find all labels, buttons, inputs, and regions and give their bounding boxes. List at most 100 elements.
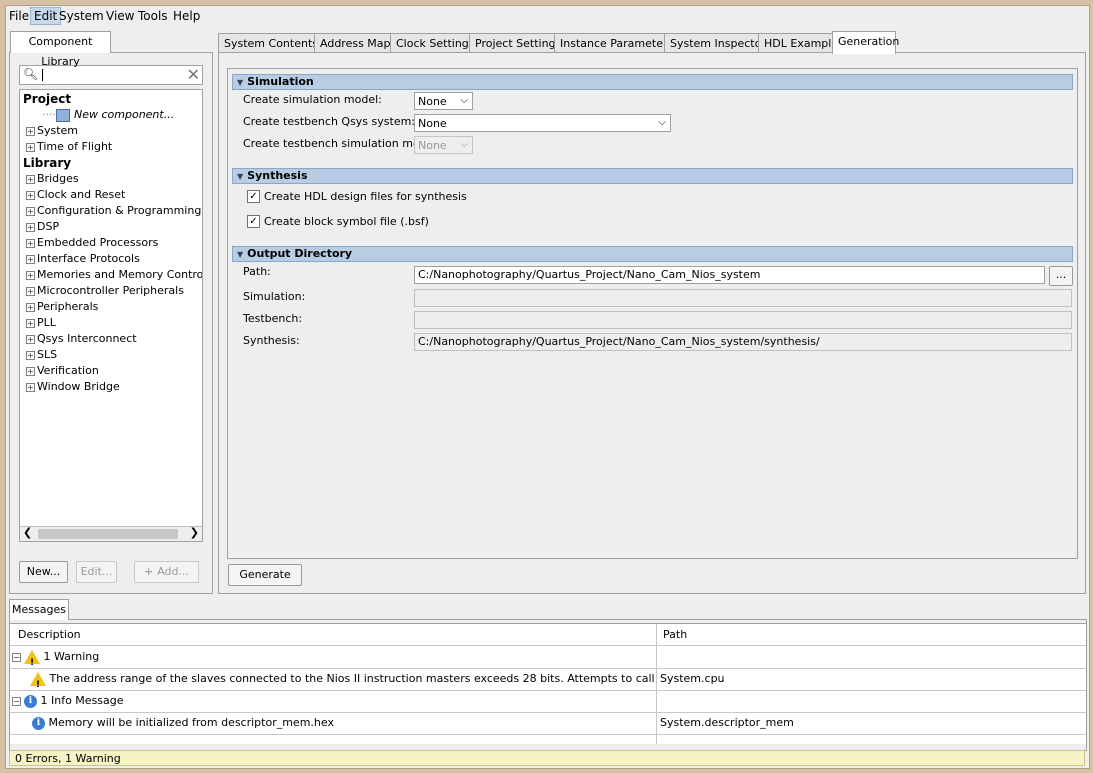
tree-item-memories[interactable]: +Memories and Memory Controllers xyxy=(26,267,202,283)
tree-item-window-bridge[interactable]: + Window Bridge xyxy=(26,379,120,395)
select-value: None xyxy=(418,95,447,108)
expand-icon[interactable]: + xyxy=(26,206,35,216)
menu-help[interactable]: Help xyxy=(170,8,203,24)
expand-icon[interactable]: + xyxy=(26,286,35,296)
tab-system-inspector[interactable]: System Inspector xyxy=(664,33,766,53)
tab-project-settings[interactable]: Project Settings xyxy=(469,33,561,53)
tree-item-embedded-processors[interactable]: + Embedded Processors xyxy=(26,235,158,251)
tree-item-label: Window Bridge xyxy=(37,380,120,393)
message-description: 1 Warning xyxy=(43,650,100,663)
bsf-label[interactable]: Create block symbol file (.bsf) xyxy=(264,215,429,228)
tree-item-microcontroller-peripherals[interactable]: + Microcontroller Peripherals xyxy=(26,283,184,299)
expand-icon[interactable]: + xyxy=(26,190,35,200)
message-row-info[interactable]: i Memory will be initialized from descri… xyxy=(10,712,1086,735)
tab-address-map[interactable]: Address Map xyxy=(314,33,392,53)
message-path xyxy=(660,646,1080,668)
expand-icon[interactable]: + xyxy=(26,126,35,136)
tab-clock-settings[interactable]: Clock Settings xyxy=(390,33,475,53)
column-header-description[interactable]: Description xyxy=(10,624,656,646)
clear-search-icon[interactable]: ✕ xyxy=(187,65,200,84)
hdl-synthesis-label[interactable]: Create HDL design files for synthesis xyxy=(264,190,467,203)
tree-item-dsp[interactable]: + DSP xyxy=(26,219,59,235)
expand-icon[interactable]: + xyxy=(26,174,35,184)
section-output-directory[interactable]: ▼ Output Directory xyxy=(232,246,1073,262)
simulation-model-label: Create simulation model: xyxy=(243,93,382,106)
tree-item-system[interactable]: + System xyxy=(26,123,78,139)
tab-system-contents[interactable]: System Contents xyxy=(218,33,318,53)
menu-tools[interactable]: Tools xyxy=(135,8,171,24)
message-row-info-group[interactable]: − i 1 Info Message xyxy=(10,690,1086,713)
chevron-down-icon: ⌵ xyxy=(460,139,468,150)
new-component-button[interactable]: New... xyxy=(19,561,68,583)
expand-icon[interactable]: + xyxy=(26,302,35,312)
scroll-left-icon[interactable]: ❮ xyxy=(23,526,32,539)
testbench-sim-model-select[interactable]: None ⌵ xyxy=(414,136,473,154)
message-row-warning-group[interactable]: −! 1 Warning xyxy=(10,646,1086,669)
menu-file[interactable]: File xyxy=(6,8,32,24)
tree-item-clock-and-reset[interactable]: + Clock and Reset xyxy=(26,187,125,203)
expand-icon[interactable]: + xyxy=(26,222,35,232)
chevron-down-icon: ⌵ xyxy=(658,117,666,128)
menu-view[interactable]: View xyxy=(103,8,137,24)
browse-button[interactable]: ... xyxy=(1049,266,1073,286)
component-library-pane: 🔍︎ ✕ Project ···· New component... + Syste… xyxy=(9,52,213,594)
expand-icon[interactable]: + xyxy=(26,350,35,360)
collapse-triangle-icon[interactable]: ▼ xyxy=(237,76,243,90)
tree-item-time-of-flight[interactable]: + Time of Flight xyxy=(26,139,112,155)
horizontal-scrollbar[interactable]: ❮ ❯ xyxy=(20,526,202,541)
collapse-icon[interactable]: − xyxy=(12,652,21,662)
tree-item-sls[interactable]: + SLS xyxy=(26,347,57,363)
expand-icon[interactable]: + xyxy=(26,318,35,328)
menu-bar: File Edit System View Tools Help xyxy=(6,6,1089,26)
output-path-input[interactable]: C:/Nanophotography/Quartus_Project/Nano_… xyxy=(414,266,1045,284)
bsf-checkbox[interactable]: ✓ xyxy=(247,215,260,228)
expand-icon[interactable]: + xyxy=(26,238,35,248)
expand-icon[interactable]: + xyxy=(26,382,35,392)
generate-button[interactable]: Generate xyxy=(228,564,302,586)
generation-pane: ▼ Simulation Create simulation model: Non… xyxy=(218,52,1086,594)
info-icon: i xyxy=(24,694,37,708)
tree-item-bridges[interactable]: + Bridges xyxy=(26,171,79,187)
section-synthesis[interactable]: ▼ Synthesis xyxy=(232,168,1073,184)
expand-icon[interactable]: + xyxy=(26,254,35,264)
tab-instance-parameters[interactable]: Instance Parameters xyxy=(554,33,673,53)
expand-icon[interactable]: + xyxy=(26,366,35,376)
section-simulation[interactable]: ▼ Simulation xyxy=(232,74,1073,90)
tree-item-pll[interactable]: + PLL xyxy=(26,315,56,331)
edit-component-button[interactable]: Edit... xyxy=(76,561,117,583)
tree-item-interface-protocols[interactable]: + Interface Protocols xyxy=(26,251,140,267)
collapse-icon[interactable]: − xyxy=(12,696,21,706)
tree-item-configuration-programming[interactable]: + Configuration & Programming xyxy=(26,203,201,219)
tree-item-label: SLS xyxy=(37,348,58,361)
column-header-path[interactable]: Path xyxy=(657,624,1086,646)
tree-item-qsys-interconnect[interactable]: + Qsys Interconnect xyxy=(26,331,137,347)
expand-icon[interactable]: + xyxy=(26,270,35,280)
simulation-model-select[interactable]: None ⌵ xyxy=(414,92,473,110)
collapse-triangle-icon[interactable]: ▼ xyxy=(237,248,243,262)
tab-generation[interactable]: Generation xyxy=(832,31,899,54)
message-description: The address range of the slaves connecte… xyxy=(49,672,657,685)
collapse-triangle-icon[interactable]: ▼ xyxy=(237,170,243,184)
expand-icon[interactable]: + xyxy=(26,142,35,152)
column-divider[interactable] xyxy=(656,624,657,744)
simulation-dir-field xyxy=(414,289,1072,307)
hdl-synthesis-checkbox[interactable]: ✓ xyxy=(247,190,260,203)
menu-system[interactable]: System xyxy=(56,8,107,24)
testbench-sim-model-label: Create testbench simulation model: xyxy=(243,137,441,150)
tree-item-verification[interactable]: + Verification xyxy=(26,363,99,379)
testbench-qsys-select[interactable]: None ⌵ xyxy=(414,114,671,132)
tree-item-label: Interface Protocols xyxy=(37,252,140,265)
library-tree: Project ···· New component... + System + Ti… xyxy=(19,89,203,542)
scroll-right-icon[interactable]: ❯ xyxy=(190,526,199,539)
message-row-warning[interactable]: ! The address range of the slaves connec… xyxy=(10,668,1086,691)
path-label: Path: xyxy=(243,265,271,278)
expand-icon[interactable]: + xyxy=(26,334,35,344)
scrollbar-thumb[interactable] xyxy=(38,529,178,539)
add-component-button[interactable]: + Add... xyxy=(134,561,199,583)
tree-item-peripherals[interactable]: + Peripherals xyxy=(26,299,98,315)
tree-item-new-component[interactable]: ···· New component... xyxy=(42,107,174,123)
testbench-qsys-label: Create testbench Qsys system: xyxy=(243,115,416,128)
tab-component-library[interactable]: Component Library xyxy=(10,31,111,68)
tab-messages[interactable]: Messages xyxy=(9,599,69,620)
tab-hdl-example[interactable]: HDL Example xyxy=(758,33,838,53)
